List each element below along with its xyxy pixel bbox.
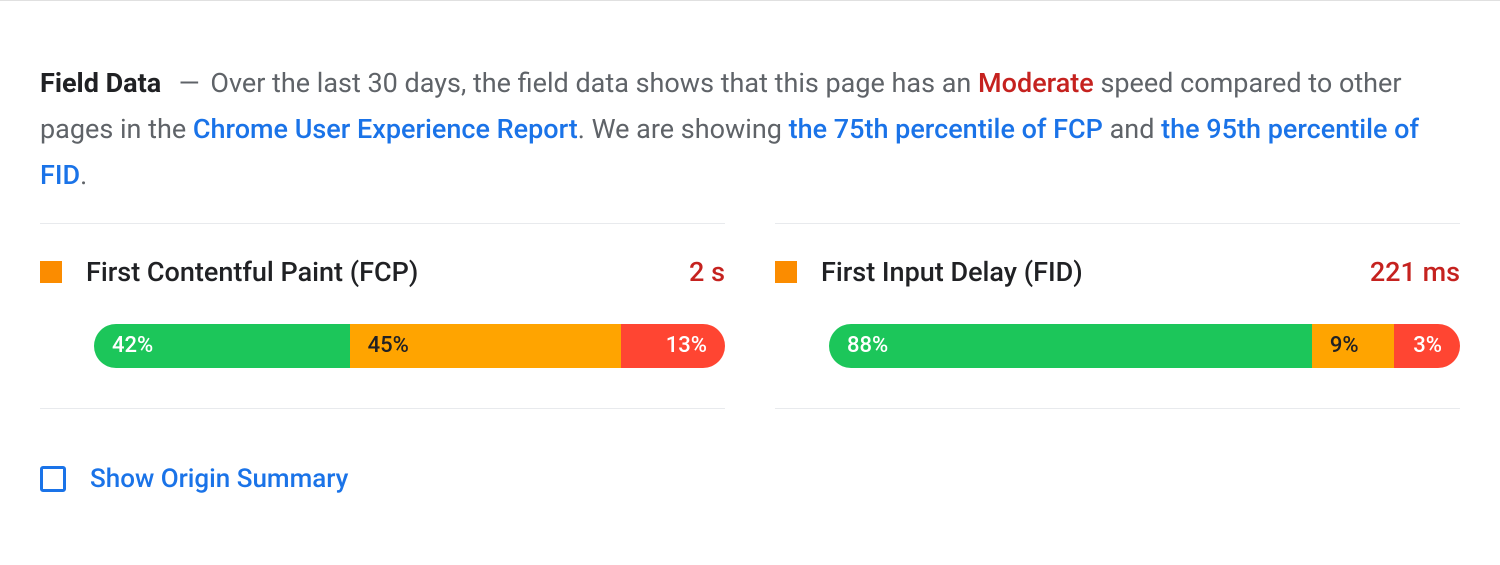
show-origin-label[interactable]: Show Origin Summary	[90, 464, 348, 494]
fid-good-segment: 88%	[829, 324, 1312, 368]
fcp-distribution-bar: 42% 45% 13%	[94, 324, 725, 368]
fcp-avg-segment: 45%	[350, 324, 621, 368]
fid-distribution-bar: 88% 9% 3%	[829, 324, 1460, 368]
desc-text-1: Over the last 30 days, the field data sh…	[210, 67, 971, 99]
section-title: Field Data	[40, 67, 161, 99]
fcp-card: First Contentful Paint (FCP) 2 s 42% 45%…	[40, 223, 725, 409]
fcp-percentile-link[interactable]: the 75th percentile of FCP	[789, 113, 1103, 145]
fid-avg-segment: 9%	[1312, 324, 1394, 368]
desc-period: .	[80, 159, 87, 191]
fcp-card-header: First Contentful Paint (FCP) 2 s	[40, 256, 725, 288]
moderate-swatch-icon	[775, 261, 797, 283]
fid-slow-segment: 3%	[1394, 324, 1460, 368]
fid-metric-name: First Input Delay (FID)	[821, 256, 1346, 288]
dash-separator: —	[179, 67, 200, 99]
fcp-metric-name: First Contentful Paint (FCP)	[86, 256, 665, 288]
desc-text-4: and	[1110, 113, 1155, 145]
fcp-slow-segment: 13%	[621, 324, 725, 368]
speed-rating-label: Moderate	[978, 67, 1094, 99]
fid-card: First Input Delay (FID) 221 ms 88% 9% 3%	[775, 223, 1460, 409]
fid-card-header: First Input Delay (FID) 221 ms	[775, 256, 1460, 288]
chrome-ux-report-link[interactable]: Chrome User Experience Report	[193, 113, 578, 145]
fid-metric-value: 221 ms	[1370, 256, 1460, 288]
fcp-good-segment: 42%	[94, 324, 350, 368]
fcp-metric-value: 2 s	[689, 256, 725, 288]
desc-text-3: . We are showing	[578, 113, 782, 145]
field-data-description: Field Data — Over the last 30 days, the …	[40, 1, 1460, 223]
show-origin-checkbox[interactable]	[40, 466, 66, 492]
metrics-row: First Contentful Paint (FCP) 2 s 42% 45%…	[40, 223, 1460, 409]
moderate-swatch-icon	[40, 261, 62, 283]
origin-summary-row: Show Origin Summary	[40, 464, 1460, 494]
